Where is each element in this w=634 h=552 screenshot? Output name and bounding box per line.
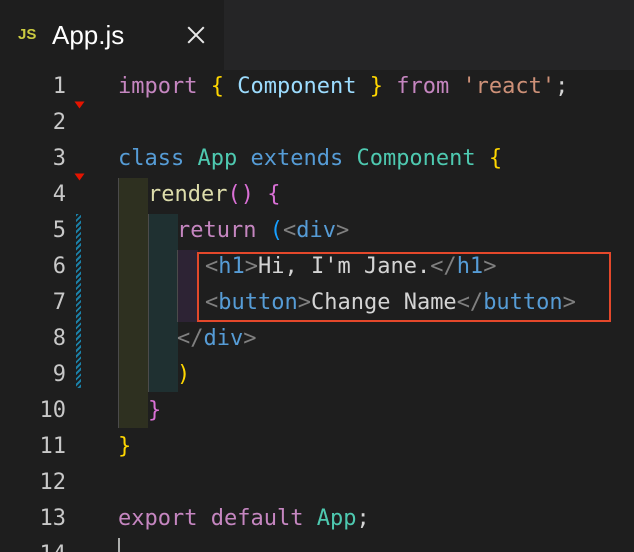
code-line-12: 12 xyxy=(0,466,634,502)
text-cursor xyxy=(118,538,120,552)
code-line-1: 1 import { Component } from 'react'; xyxy=(0,70,634,106)
code-line-2: 2 xyxy=(0,106,634,142)
tab-bar: JS App.js xyxy=(0,0,634,70)
code-text: class App extends Component { xyxy=(118,146,503,171)
line-number: 1 xyxy=(52,74,66,99)
code-line-3: 3 class App extends Component { xyxy=(0,142,634,178)
code-line-6: 6 <h1>Hi, I'm Jane.</h1> xyxy=(0,250,634,286)
line-number: 10 xyxy=(39,398,67,423)
code-text: } xyxy=(148,398,162,423)
line-number: 14 xyxy=(0,542,67,552)
code-line-13: 13 export default App; xyxy=(0,502,634,538)
code-line-4: 4 render() { xyxy=(0,178,634,214)
line-number: 2 xyxy=(52,110,66,135)
line-number: 8 xyxy=(52,326,66,351)
tab-app-js[interactable]: JS App.js xyxy=(0,0,224,70)
code-text: ) xyxy=(177,362,191,387)
tab-title: App.js xyxy=(52,20,125,50)
line-number: 3 xyxy=(52,146,66,171)
code-text: <h1>Hi, I'm Jane.</h1> xyxy=(205,254,497,279)
code-text: </div> xyxy=(177,326,257,351)
line-number: 11 xyxy=(39,434,67,459)
line-number: 4 xyxy=(52,182,66,207)
line-number: 6 xyxy=(52,254,66,279)
line-number: 5 xyxy=(52,218,66,243)
javascript-file-icon: JS xyxy=(18,26,37,43)
code-line-11: 11 } xyxy=(0,430,634,466)
line-number: 12 xyxy=(39,470,67,495)
code-text: export default App; xyxy=(118,506,370,531)
code-line-9: 9 ) xyxy=(0,358,634,394)
line-number: 7 xyxy=(52,290,66,315)
line-number: 13 xyxy=(39,506,67,531)
code-text: return (<div> xyxy=(177,218,350,243)
code-text: import { Component } from 'react'; xyxy=(118,74,569,99)
code-text: } xyxy=(118,434,132,459)
code-line-7: 7 <button>Change Name</button> xyxy=(0,286,634,322)
line-number: 9 xyxy=(52,362,66,387)
code-line-8: 8 </div> xyxy=(0,322,634,358)
code-text: render() { xyxy=(148,182,281,207)
close-icon[interactable] xyxy=(185,24,207,46)
code-editor[interactable]: JS App.js 1 import { Component } from 'r… xyxy=(0,0,634,552)
code-line-10: 10 } xyxy=(0,394,634,430)
code-line-14: 14 xyxy=(0,538,634,552)
code-line-5: 5 return (<div> xyxy=(0,214,634,250)
code-text: <button>Change Name</button> xyxy=(205,290,576,315)
